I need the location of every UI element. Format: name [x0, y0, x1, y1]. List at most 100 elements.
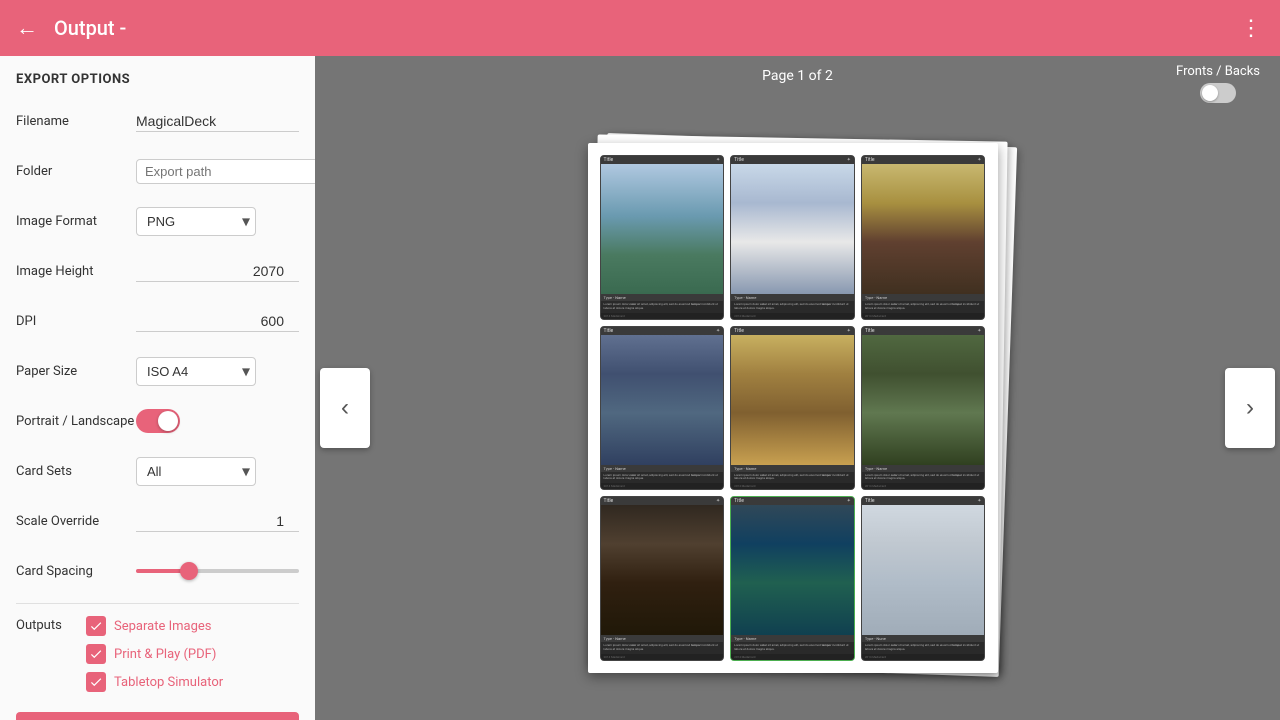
output-separate-checkbox[interactable] [86, 616, 106, 636]
card-type: Type - Nune [862, 635, 985, 642]
filename-row: Filename [16, 103, 299, 139]
filename-label: Filename [16, 114, 136, 129]
topbar-title: Output - [54, 16, 1240, 40]
scale-override-value [136, 511, 299, 532]
output-tabletop-row: Tabletop Simulator [86, 672, 223, 692]
image-height-input[interactable] [136, 261, 299, 282]
more-menu-button[interactable]: ⋮ [1240, 16, 1264, 41]
card-text: Lorem ipsum dolor color sit amet, adipis… [731, 301, 854, 313]
card-header: Title ✦ [862, 497, 985, 505]
card-footer: 2014 MedaCard [862, 483, 985, 489]
right-panel: Page 1 of 2 Fronts / Backs ‹ [315, 56, 1280, 720]
folder-row: Folder [16, 153, 299, 189]
output-separate-row: Separate Images [86, 616, 223, 636]
folder-value [136, 156, 315, 187]
portrait-landscape-toggle-knob [158, 411, 178, 431]
filename-input[interactable] [136, 111, 299, 132]
paper-container: Title ✦ Type - Name Lorem ipsum dolor co… [588, 138, 1008, 678]
card-8: Title ✦ Type - Name Lorem ipsum dolor co… [730, 496, 855, 661]
nav-prev-button[interactable]: ‹ [320, 368, 370, 448]
image-height-label: Image Height [16, 264, 136, 279]
card-spacing-label: Card Spacing [16, 564, 136, 579]
nav-next-button[interactable]: › [1225, 368, 1275, 448]
image-height-row: Image Height [16, 253, 299, 289]
card-image [862, 505, 985, 635]
output-pdf-row: Print & Play (PDF) [86, 644, 223, 664]
card-image [731, 164, 854, 294]
card-header: Title ✦ [731, 497, 854, 505]
divider [16, 603, 299, 604]
card-text: Lorem ipsum dolor color sit amet, adipis… [731, 642, 854, 654]
card-6: Title ✦ Type - Name Lorem ipsum dolor co… [861, 326, 986, 491]
card-type: Type - Name [862, 465, 985, 472]
card-header: Title ✦ [731, 156, 854, 164]
card-header: Title ✦ [731, 327, 854, 335]
card-footer: 2014 MedaCard [601, 483, 724, 489]
portrait-landscape-toggle-wrapper [136, 409, 299, 433]
card-type: Type - Name [601, 294, 724, 301]
dpi-input[interactable] [136, 311, 299, 332]
scale-override-input[interactable] [136, 511, 299, 532]
card-header: Title ✦ [601, 497, 724, 505]
main-layout: EXPORT OPTIONS Filename Folder [0, 56, 1280, 720]
card-footer: 2014 MedaCard [731, 654, 854, 660]
portrait-landscape-value [136, 409, 299, 433]
paper-main: Title ✦ Type - Name Lorem ipsum dolor co… [588, 143, 998, 673]
card-header: Title ✦ [862, 156, 985, 164]
portrait-landscape-toggle[interactable] [136, 409, 180, 433]
card-image [601, 505, 724, 635]
card-spacing-slider-wrapper [136, 569, 299, 573]
card-footer: 2014 MedaCard [601, 654, 724, 660]
topbar: ← Output - ⋮ [0, 0, 1280, 56]
card-spacing-value [136, 569, 299, 573]
outputs-section: Outputs Separate Images Print & Play (PD… [16, 616, 299, 692]
folder-input[interactable] [136, 159, 315, 184]
card-header: Title ✦ [601, 156, 724, 164]
card-text: Lorem ipsum dolor color sit amet, adipis… [862, 472, 985, 484]
card-footer: 2014 MedaCard [731, 313, 854, 319]
nav-next-icon: › [1246, 394, 1254, 422]
card-type: Type - Name [601, 635, 724, 642]
card-sets-select-wrapper: All Set 1 Set 2 ▾ [136, 457, 256, 486]
paper-size-select[interactable]: ISO A4 Letter A3 [136, 357, 256, 386]
page-indicator: Page 1 of 2 [762, 68, 833, 84]
card-text: Lorem ipsum dolor color sit amet, adipis… [601, 301, 724, 313]
export-button[interactable]: Export [16, 712, 299, 720]
card-4: Title ✦ Type - Name Lorem ipsum dolor co… [600, 326, 725, 491]
scale-override-row: Scale Override [16, 503, 299, 539]
card-image [731, 335, 854, 465]
scale-override-label: Scale Override [16, 514, 136, 529]
dpi-value [136, 311, 299, 332]
card-7: Title ✦ Type - Name Lorem ipsum dolor co… [600, 496, 725, 661]
card-header: Title ✦ [862, 327, 985, 335]
portrait-landscape-row: Portrait / Landscape [16, 403, 299, 439]
card-spacing-row: Card Spacing [16, 553, 299, 589]
paper-size-label: Paper Size [16, 364, 136, 379]
card-5: Title ✦ Type - Name Lorem ipsum dolor co… [730, 326, 855, 491]
card-3: Title ✦ Type - Name Lorem ipsum dolor co… [861, 155, 986, 320]
output-tabletop-checkbox[interactable] [86, 672, 106, 692]
paper-size-select-wrapper: ISO A4 Letter A3 ▾ [136, 357, 256, 386]
card-9: Title ✦ Type - Nune Lorem ipsum dolor co… [861, 496, 986, 661]
image-height-value [136, 261, 299, 282]
dpi-row: DPI [16, 303, 299, 339]
card-image [862, 164, 985, 294]
card-sets-label: Card Sets [16, 464, 136, 479]
card-footer: 2014 MedaCard [862, 313, 985, 319]
image-format-value: PNG JPG BMP ▾ [136, 207, 299, 236]
card-sets-value: All Set 1 Set 2 ▾ [136, 457, 299, 486]
filename-value [136, 111, 299, 132]
left-panel: EXPORT OPTIONS Filename Folder [0, 56, 315, 720]
back-button[interactable]: ← [16, 15, 38, 41]
folder-label: Folder [16, 164, 136, 179]
card-text: Lorem ipsum dolor color sit amet, adipis… [601, 642, 724, 654]
output-pdf-checkbox[interactable] [86, 644, 106, 664]
card-image [601, 164, 724, 294]
image-format-label: Image Format [16, 214, 136, 229]
card-spacing-slider[interactable] [136, 569, 299, 573]
card-1: Title ✦ Type - Name Lorem ipsum dolor co… [600, 155, 725, 320]
card-sets-select[interactable]: All Set 1 Set 2 [136, 457, 256, 486]
image-format-select[interactable]: PNG JPG BMP [136, 207, 256, 236]
card-text: Lorem ipsum dolor color sit amet, adipis… [862, 642, 985, 654]
card-footer: 2014 MedaCard [731, 483, 854, 489]
